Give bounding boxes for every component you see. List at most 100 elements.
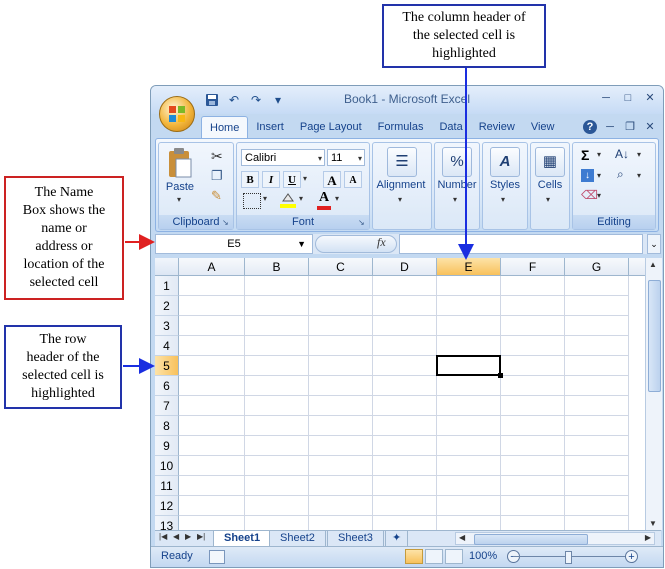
horizontal-scroll-thumb[interactable]	[474, 534, 588, 545]
cell[interactable]	[437, 476, 501, 496]
cell[interactable]	[245, 476, 309, 496]
name-box[interactable]: E5 ▼	[155, 234, 313, 254]
last-sheet-icon[interactable]: ▶|	[197, 532, 205, 541]
row-header-9[interactable]: 9	[155, 436, 179, 456]
cell[interactable]	[245, 456, 309, 476]
cell[interactable]	[565, 476, 629, 496]
minimize-icon[interactable]: ─	[599, 91, 613, 105]
cell[interactable]	[245, 496, 309, 516]
cell[interactable]	[373, 376, 437, 396]
cell[interactable]	[179, 276, 245, 296]
cell[interactable]	[179, 476, 245, 496]
paste-dropdown-icon[interactable]: ▾	[177, 195, 181, 204]
cell[interactable]	[501, 476, 565, 496]
shrink-font-button[interactable]: A	[344, 171, 362, 188]
underline-dropdown-icon[interactable]: ▾	[303, 174, 307, 183]
cell[interactable]	[245, 436, 309, 456]
cell[interactable]	[179, 416, 245, 436]
cell[interactable]	[309, 476, 373, 496]
underline-button[interactable]: U	[283, 171, 301, 188]
column-header-g[interactable]: G	[565, 258, 629, 276]
cell[interactable]	[179, 376, 245, 396]
column-header-c[interactable]: C	[309, 258, 373, 276]
cell[interactable]	[245, 396, 309, 416]
cell[interactable]	[245, 376, 309, 396]
help-icon[interactable]: ?	[583, 120, 597, 134]
paste-button[interactable]: Paste	[151, 181, 210, 193]
cell[interactable]	[245, 336, 309, 356]
tab-home[interactable]: Home	[201, 116, 249, 139]
italic-button[interactable]: I	[262, 171, 280, 188]
cell[interactable]	[309, 416, 373, 436]
tab-review[interactable]: Review	[471, 116, 523, 138]
maximize-icon[interactable]: □	[621, 91, 635, 105]
select-all-button[interactable]	[155, 258, 179, 276]
row-header-10[interactable]: 10	[155, 456, 179, 476]
minimize-workbook-icon[interactable]: ─	[603, 120, 617, 134]
tab-formulas[interactable]: Formulas	[370, 116, 432, 138]
font-color-dropdown-icon[interactable]: ▾	[335, 194, 339, 203]
vertical-scroll-thumb[interactable]	[648, 280, 661, 392]
column-header-e[interactable]: E	[437, 258, 501, 276]
copy-icon[interactable]: ❐	[211, 168, 223, 184]
font-color-icon[interactable]: A	[315, 190, 333, 210]
restore-workbook-icon[interactable]: ❐	[623, 120, 637, 134]
cell[interactable]	[501, 456, 565, 476]
row-header-11[interactable]: 11	[155, 476, 179, 496]
cell[interactable]	[437, 296, 501, 316]
cell[interactable]	[565, 456, 629, 476]
close-workbook-icon[interactable]: ✕	[643, 120, 657, 134]
next-sheet-icon[interactable]: ▶	[185, 532, 191, 541]
column-header-partial[interactable]	[629, 258, 645, 276]
cell[interactable]	[373, 476, 437, 496]
cell[interactable]	[179, 436, 245, 456]
cell[interactable]	[309, 456, 373, 476]
alignment-group[interactable]: ☰ Alignment ▾	[372, 142, 432, 230]
column-header-a[interactable]: A	[179, 258, 245, 276]
cell[interactable]	[309, 316, 373, 336]
cell[interactable]	[501, 416, 565, 436]
row-header-12[interactable]: 12	[155, 496, 179, 516]
cell[interactable]	[501, 376, 565, 396]
scroll-up-icon[interactable]: ▲	[649, 260, 657, 269]
tab-view[interactable]: View	[523, 116, 563, 138]
scroll-right-icon[interactable]: ▶	[645, 533, 651, 542]
expand-formula-bar-icon[interactable]: ⌄	[647, 234, 661, 254]
row-header-1[interactable]: 1	[155, 276, 179, 296]
cell[interactable]	[373, 456, 437, 476]
chevron-down-icon[interactable]: ▼	[297, 235, 306, 253]
cell[interactable]	[565, 436, 629, 456]
normal-view-button[interactable]	[405, 549, 423, 564]
fill-icon[interactable]: ↓	[581, 169, 594, 182]
cell[interactable]	[437, 416, 501, 436]
cell[interactable]	[309, 436, 373, 456]
cell[interactable]	[565, 276, 629, 296]
cell[interactable]	[373, 496, 437, 516]
cell[interactable]	[565, 496, 629, 516]
sheet-tab-sheet2[interactable]: Sheet2	[269, 531, 326, 547]
active-cell[interactable]	[436, 355, 501, 376]
paste-icon[interactable]	[167, 147, 193, 179]
row-header-13[interactable]: 13	[155, 516, 179, 530]
font-name-combo[interactable]: Calibri ▾	[241, 149, 325, 166]
cell[interactable]	[501, 336, 565, 356]
office-button[interactable]	[159, 96, 195, 132]
first-sheet-icon[interactable]: |◀	[159, 532, 167, 541]
cell[interactable]	[309, 276, 373, 296]
scroll-left-icon[interactable]: ◀	[459, 533, 465, 542]
format-painter-icon[interactable]: ✎	[211, 188, 222, 204]
cell[interactable]	[373, 276, 437, 296]
column-header-d[interactable]: D	[373, 258, 437, 276]
grow-font-button[interactable]: A	[323, 171, 341, 188]
cell[interactable]	[565, 416, 629, 436]
row-header-7[interactable]: 7	[155, 396, 179, 416]
zoom-in-button[interactable]: +	[625, 550, 638, 563]
cell[interactable]	[437, 316, 501, 336]
cell[interactable]	[179, 496, 245, 516]
vertical-scrollbar[interactable]: ▲ ▼	[645, 258, 662, 530]
cell[interactable]	[373, 336, 437, 356]
fill-dropdown-icon[interactable]: ▾	[597, 171, 601, 180]
row-header-3[interactable]: 3	[155, 316, 179, 336]
cell[interactable]	[179, 516, 245, 530]
row-header-4[interactable]: 4	[155, 336, 179, 356]
